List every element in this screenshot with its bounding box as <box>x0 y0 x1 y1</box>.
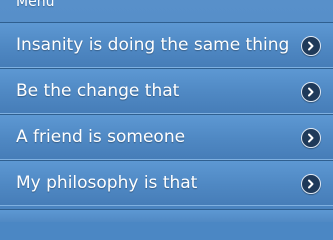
menu-item-insanity[interactable]: Insanity is doing the same thing <box>0 22 333 68</box>
menu-item-partial[interactable] <box>0 209 333 222</box>
menu-item-label: A friend is someone <box>16 127 186 147</box>
menu-header-title: Menu <box>16 0 55 10</box>
menu-item-a-friend[interactable]: A friend is someone <box>0 114 333 160</box>
chevron-right-circle-icon[interactable] <box>301 82 321 102</box>
menu-screen: Menu Insanity is doing the same thing Be… <box>0 0 333 222</box>
chevron-right-circle-icon[interactable] <box>301 174 321 194</box>
menu-item-be-the-change[interactable]: Be the change that <box>0 68 333 114</box>
chevron-right-circle-icon[interactable] <box>301 36 321 56</box>
menu-list: Insanity is doing the same thing Be the … <box>0 22 333 206</box>
menu-item-label: My philosophy is that <box>16 173 198 193</box>
chevron-right-circle-icon[interactable] <box>301 128 321 148</box>
menu-item-my-philosophy[interactable]: My philosophy is that <box>0 160 333 206</box>
menu-header: Menu <box>0 0 333 22</box>
menu-item-label: Be the change that <box>16 81 180 101</box>
menu-item-label: Insanity is doing the same thing <box>16 35 290 55</box>
